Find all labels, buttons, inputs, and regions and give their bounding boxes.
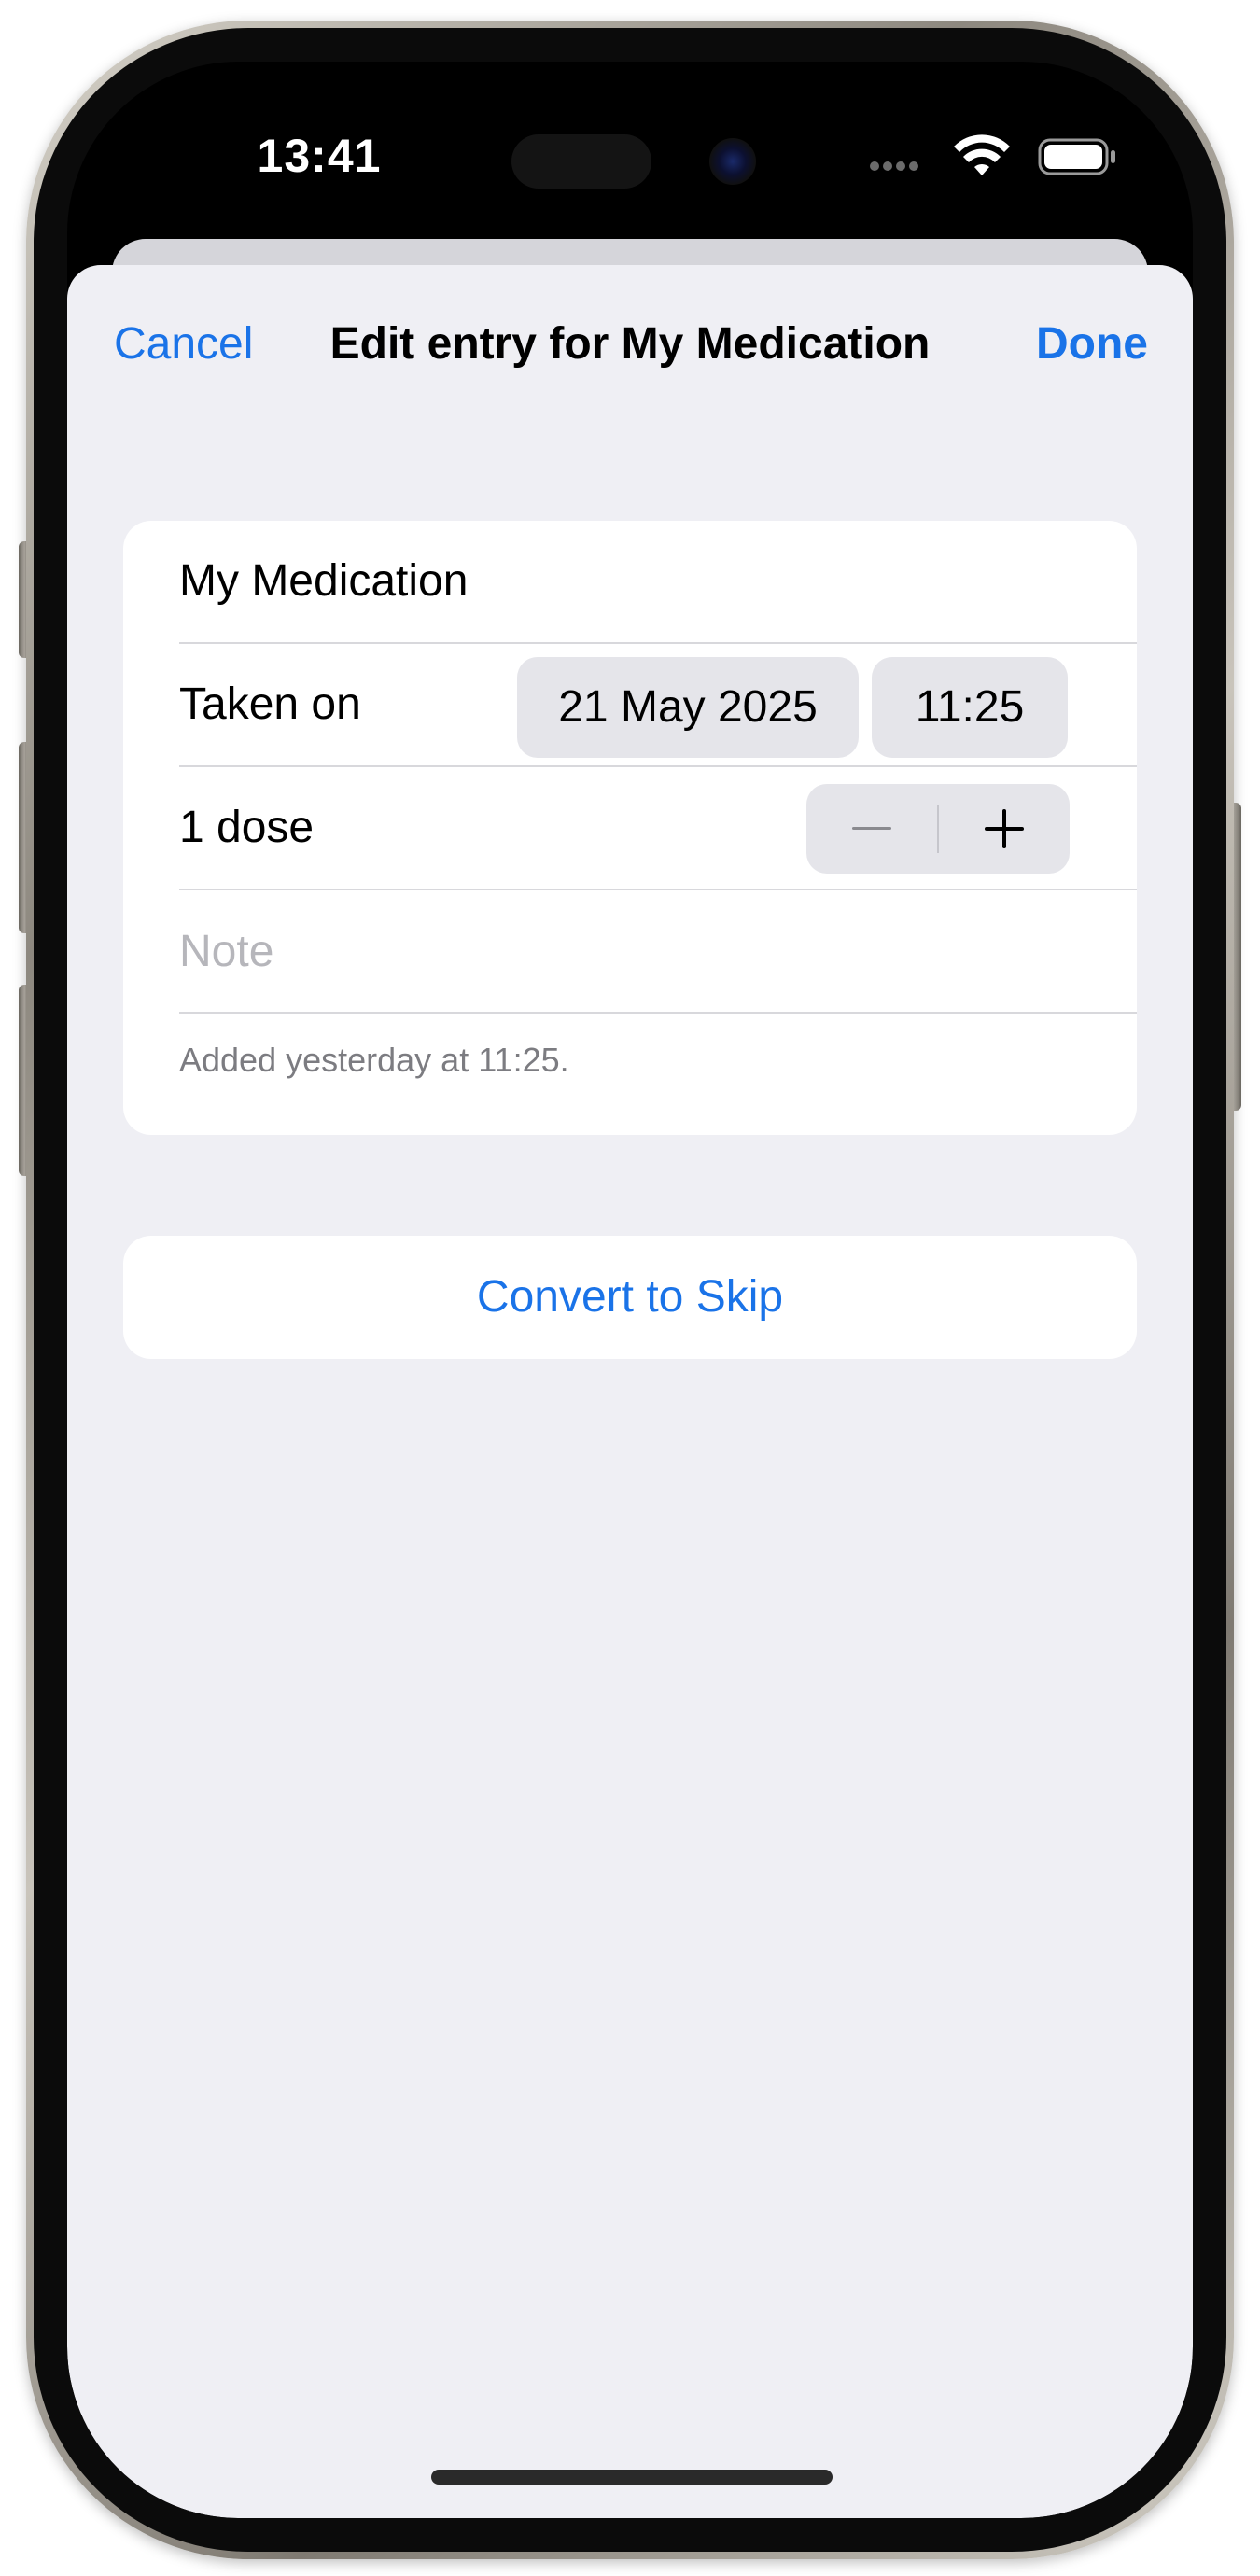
date-picker-button[interactable]: 21 May 2025 xyxy=(517,657,859,758)
decrement-dose-button[interactable] xyxy=(806,784,937,874)
status-bar-indicators xyxy=(870,134,1169,179)
screen: 13:41 Cancel Edit entry for My Medicatio… xyxy=(67,62,1193,2518)
dose-row: 1 dose xyxy=(179,767,1137,890)
medication-name: My Medication xyxy=(179,556,469,606)
status-bar-time: 13:41 xyxy=(257,130,382,182)
island-sensor xyxy=(511,134,651,189)
done-button[interactable]: Done xyxy=(1036,312,1148,377)
plus-icon xyxy=(985,809,1024,848)
cellular-dots-icon xyxy=(870,159,926,171)
entry-form-card: My Medication Taken on 21 May 2025 11:25… xyxy=(123,521,1137,1135)
cancel-button[interactable]: Cancel xyxy=(114,312,253,377)
front-camera xyxy=(709,138,756,185)
convert-to-skip-button[interactable]: Convert to Skip xyxy=(123,1236,1137,1359)
added-timestamp-footer: Added yesterday at 11:25. xyxy=(179,1041,569,1079)
taken-on-label: Taken on xyxy=(179,679,361,729)
dose-stepper xyxy=(806,784,1070,874)
time-picker-button[interactable]: 11:25 xyxy=(872,657,1068,758)
edit-entry-sheet: Cancel Edit entry for My Medication Done… xyxy=(67,265,1193,2518)
home-indicator[interactable] xyxy=(431,2470,833,2485)
battery-icon xyxy=(1038,138,1115,175)
note-field[interactable] xyxy=(179,890,1019,1012)
increment-dose-button[interactable] xyxy=(939,784,1070,874)
minus-icon xyxy=(852,827,891,830)
dose-label: 1 dose xyxy=(179,803,315,852)
dynamic-island xyxy=(474,116,786,207)
navigation-bar: Cancel Edit entry for My Medication Done xyxy=(67,265,1193,424)
taken-on-row: Taken on 21 May 2025 11:25 xyxy=(179,644,1137,767)
note-row xyxy=(179,890,1137,1014)
page-title: Edit entry for My Medication xyxy=(329,319,931,369)
medication-name-row: My Medication xyxy=(179,521,1137,644)
wifi-icon xyxy=(954,134,1010,175)
